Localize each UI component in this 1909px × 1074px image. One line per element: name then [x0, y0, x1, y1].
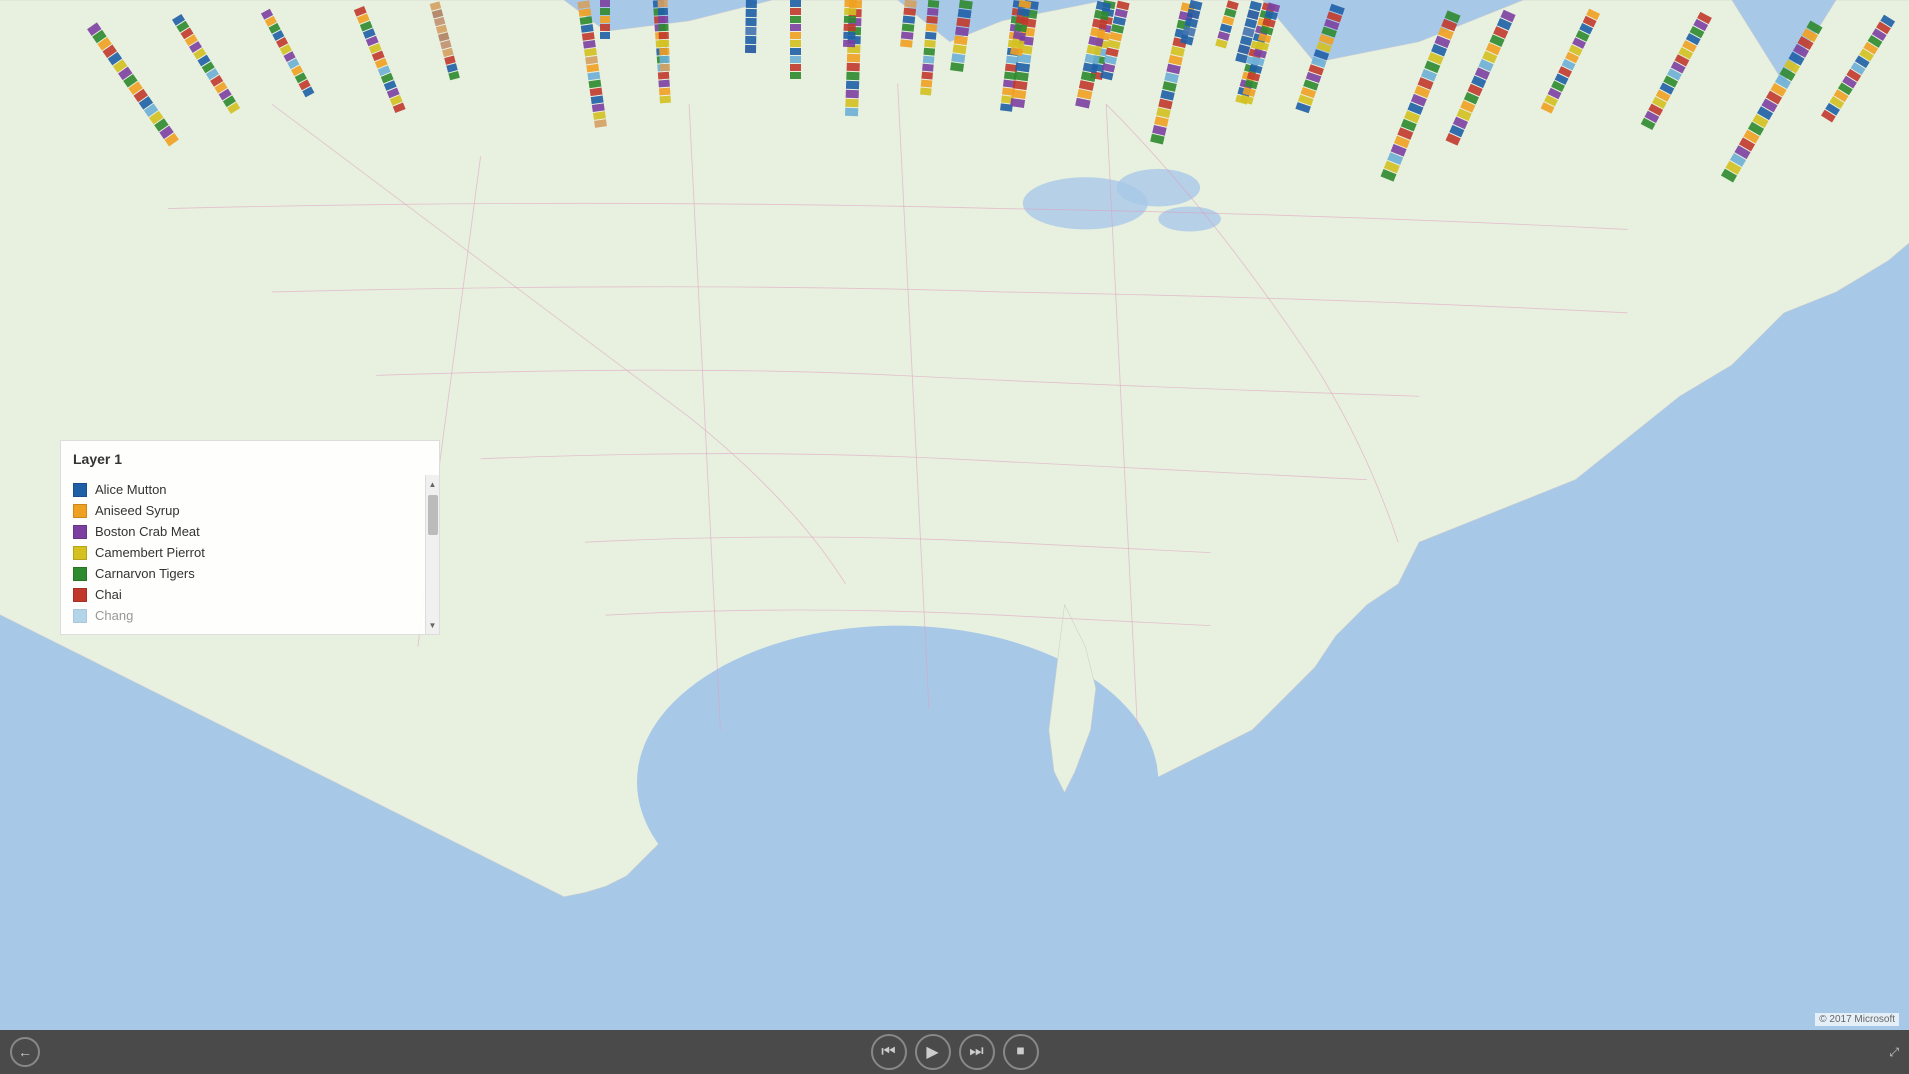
bar-cluster-gulf2: [843, 0, 857, 47]
expand-icon[interactable]: ⤢: [1889, 1045, 1899, 1060]
legend-color-swatch: [73, 504, 87, 518]
scroll-up-button[interactable]: ▲: [426, 475, 440, 493]
prev-icon: ⏮: [881, 1043, 895, 1061]
prev-button[interactable]: ⏮: [871, 1034, 907, 1070]
legend-scrollbar: ▲ ▼: [425, 475, 439, 634]
bar-cluster-nc1: [790, 0, 801, 79]
back-icon: ←: [18, 1044, 32, 1060]
next-button[interactable]: ⏭: [959, 1034, 995, 1070]
scroll-down-button[interactable]: ▼: [426, 616, 440, 634]
legend-color-swatch: [73, 588, 87, 602]
play-button[interactable]: ▶: [915, 1034, 951, 1070]
legend-item-label: Alice Mutton: [95, 482, 167, 497]
toolbar-left: ←: [10, 1037, 40, 1067]
legend-item: Chang: [73, 605, 427, 626]
legend-item-label: Aniseed Syrup: [95, 503, 180, 518]
stop-button[interactable]: ⏹: [1003, 1034, 1039, 1070]
toolbar-center: ⏮ ▶ ⏭ ⏹: [871, 1034, 1039, 1070]
copyright-text: © 2017 Microsoft: [1815, 1013, 1899, 1026]
legend-item-label: Camembert Pierrot: [95, 545, 205, 560]
legend-color-swatch: [73, 609, 87, 623]
legend-item: Alice Mutton: [73, 479, 427, 500]
legend-title: Layer 1: [61, 441, 439, 475]
scroll-thumb[interactable]: [428, 495, 438, 535]
legend-item: Boston Crab Meat: [73, 521, 427, 542]
bar-cluster-gulf1: [600, 0, 610, 39]
legend-color-swatch: [73, 546, 87, 560]
legend-items: Alice Mutton Aniseed Syrup Boston Crab M…: [61, 475, 439, 634]
bar-single-blue: [745, 0, 757, 53]
legend-item-label: Carnarvon Tigers: [95, 566, 195, 581]
bottom-toolbar: ← ⏮ ▶ ⏭ ⏹ ⤢: [0, 1030, 1909, 1074]
legend-item-label: Chang: [95, 608, 133, 623]
legend-color-swatch: [73, 525, 87, 539]
toolbar-right: ⤢: [1889, 1045, 1899, 1060]
back-button[interactable]: ←: [10, 1037, 40, 1067]
map-container[interactable]: Layer 1 Alice Mutton Aniseed Syrup Bosto…: [0, 0, 1909, 1074]
next-icon: ⏭: [969, 1043, 983, 1061]
legend-panel: Layer 1 Alice Mutton Aniseed Syrup Bosto…: [60, 440, 440, 635]
legend-item-label: Chai: [95, 587, 122, 602]
stop-icon: ⏹: [1016, 1043, 1024, 1061]
legend-item: Chai: [73, 584, 427, 605]
legend-item: Aniseed Syrup: [73, 500, 427, 521]
legend-color-swatch: [73, 567, 87, 581]
legend-item-label: Boston Crab Meat: [95, 524, 200, 539]
play-icon: ▶: [926, 1042, 938, 1062]
legend-color-swatch: [73, 483, 87, 497]
legend-item: Carnarvon Tigers: [73, 563, 427, 584]
legend-item: Camembert Pierrot: [73, 542, 427, 563]
